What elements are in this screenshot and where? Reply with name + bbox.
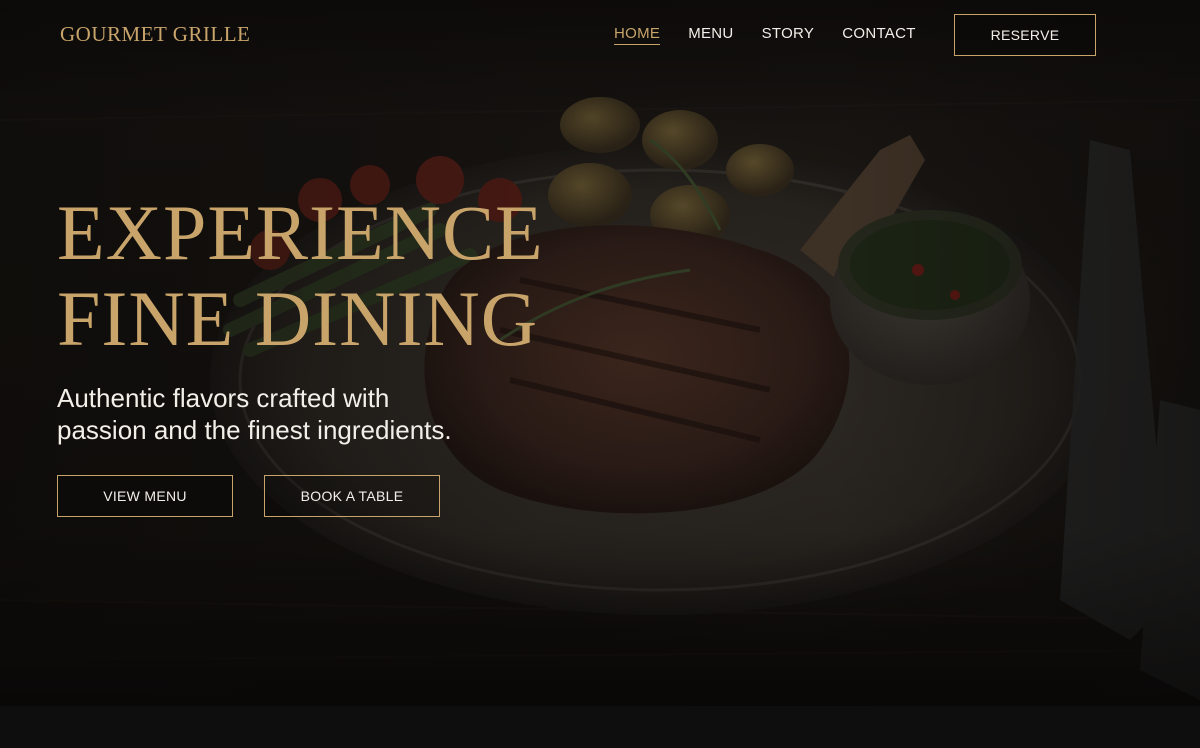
- subtitle-line-2: passion and the finest ingredients.: [57, 415, 452, 445]
- view-menu-button[interactable]: VIEW MENU: [57, 475, 233, 517]
- nav-item-story[interactable]: STORY: [762, 25, 815, 45]
- brand-logo[interactable]: GOURMET GRILLE: [60, 22, 250, 47]
- nav-item-home[interactable]: HOME: [614, 25, 661, 45]
- book-table-button[interactable]: BOOK A TABLE: [264, 475, 440, 517]
- subtitle-line-1: Authentic flavors crafted with: [57, 383, 390, 413]
- headline-line-2: FINE DINING: [57, 275, 539, 362]
- hero-subtitle: Authentic flavors crafted with passion a…: [57, 382, 527, 446]
- hero-section: GOURMET GRILLE HOME MENU STORY CONTACT R…: [0, 0, 1200, 706]
- headline-line-1: EXPERIENCE: [57, 189, 544, 276]
- nav-links: HOME MENU STORY CONTACT: [614, 25, 944, 45]
- hero-headline: EXPERIENCE FINE DINING: [57, 190, 544, 362]
- nav-item-contact[interactable]: CONTACT: [842, 25, 915, 45]
- reserve-button[interactable]: RESERVE: [954, 14, 1096, 56]
- nav-item-menu[interactable]: MENU: [688, 25, 733, 45]
- page-bottom-band: [0, 706, 1200, 748]
- top-navigation: GOURMET GRILLE HOME MENU STORY CONTACT R…: [0, 0, 1200, 70]
